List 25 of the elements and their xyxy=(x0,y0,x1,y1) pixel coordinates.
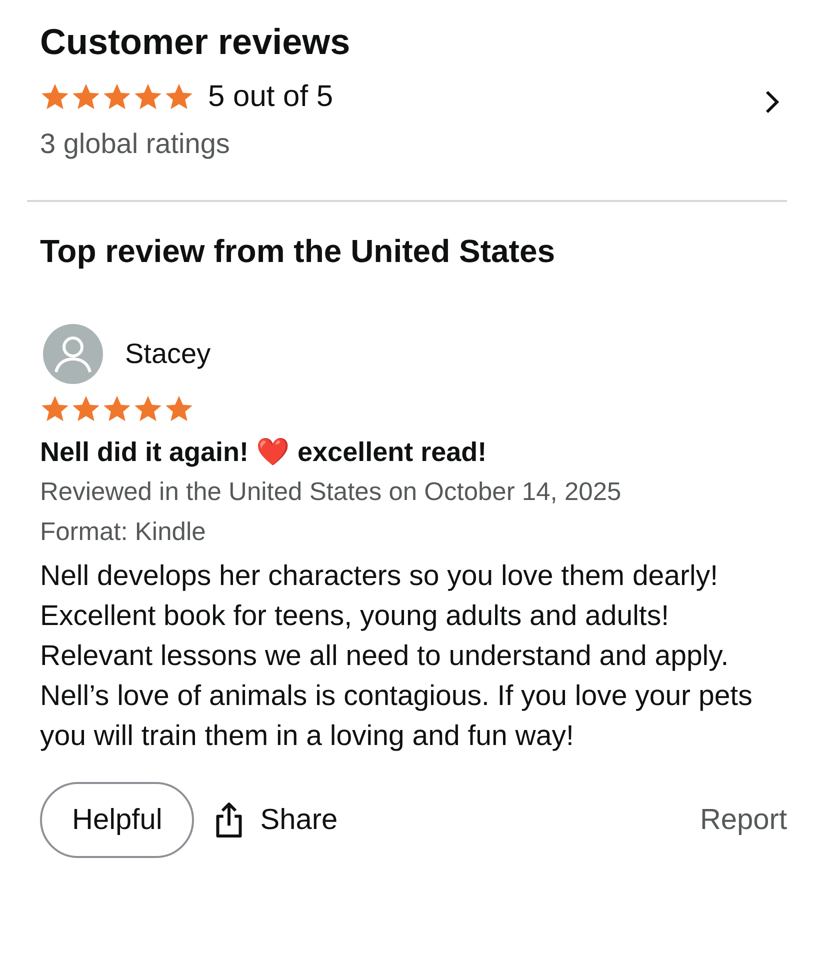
review-text: Nell develops her characters so you love them dearly! Excellent book for teens, young adults and adults! Relevant lessons we all need to understand and apply. Nell’s love of animals is contagious. If you love your pets you will train them in a loving and fun way! xyxy=(40,559,754,754)
ratings-count: 3 global ratings xyxy=(40,128,231,160)
star-icon xyxy=(164,82,194,112)
review-title: Nell did it again! ❤ excellent read! xyxy=(40,436,488,469)
review-format: Format: Kindle xyxy=(40,517,207,548)
star-icon xyxy=(102,82,132,112)
report-link[interactable]: Report xyxy=(700,804,787,836)
section-heading: Top review from the United States xyxy=(40,232,556,271)
star-icon xyxy=(71,82,101,112)
star-icon xyxy=(133,394,163,424)
author-name: Stacey xyxy=(125,338,211,370)
section-title: Customer reviews xyxy=(40,20,352,64)
chevron-right-icon[interactable] xyxy=(765,90,779,114)
star-icon xyxy=(40,394,70,424)
star-icon xyxy=(40,82,70,112)
share-button[interactable]: Share xyxy=(214,801,338,839)
share-icon xyxy=(214,801,244,839)
star-icon xyxy=(164,394,194,424)
rating-text: 5 out of 5 xyxy=(208,80,334,114)
helpful-button[interactable]: Helpful xyxy=(40,782,194,858)
review-date: Reviewed in the United States on October 14, 2025 xyxy=(40,477,622,508)
avatar-icon xyxy=(43,324,103,384)
star-icon xyxy=(102,394,132,424)
star-icon xyxy=(71,394,101,424)
star-icon xyxy=(133,82,163,112)
